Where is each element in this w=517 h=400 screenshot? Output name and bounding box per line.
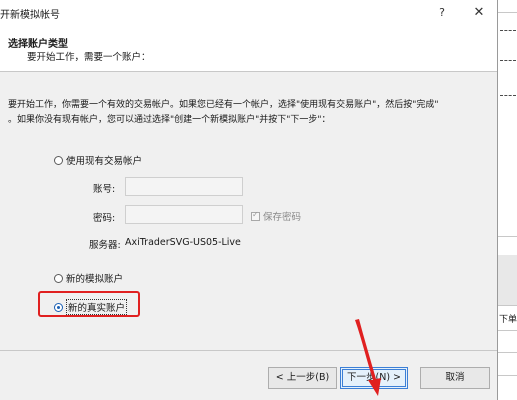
- account-input[interactable]: [125, 177, 243, 196]
- bg-separator: [498, 305, 517, 306]
- server-label: 服务器:: [89, 240, 121, 251]
- server-value: AxiTraderSVG-US05-Live: [125, 237, 241, 248]
- red-arrow-annotation: [355, 319, 381, 396]
- title-bar: 开新模拟帐号 ? ✕: [0, 0, 497, 27]
- radio-existing-account[interactable]: 使用现有交易帐户: [54, 153, 142, 167]
- radio-existing-label: 使用现有交易帐户: [66, 156, 143, 167]
- description-line-2: 。如果你没有现有帐户，您可以通过选择"创建一个新模拟账户"并按下"下一步"：: [8, 115, 331, 125]
- password-input[interactable]: [125, 205, 243, 224]
- header-subtitle: 要开始工作，需要一个账户：: [27, 52, 151, 63]
- save-password-label: 保存密码: [263, 212, 302, 223]
- bg-separator: [498, 352, 517, 353]
- background-app-window: 下单: [498, 0, 517, 400]
- dialog-title: 开新模拟帐号: [0, 10, 60, 21]
- save-password-checkbox[interactable]: 保存密码: [251, 209, 301, 223]
- radio-new-demo-indicator[interactable]: [54, 273, 63, 283]
- bg-gridline: [500, 95, 516, 96]
- account-label: 账号:: [93, 184, 116, 195]
- radio-new-demo-account[interactable]: 新的模拟账户: [54, 271, 123, 285]
- footer-divider: [0, 350, 497, 351]
- header-title: 选择账户类型: [8, 39, 68, 50]
- bg-separator: [498, 375, 517, 376]
- wizard-header: 选择账户类型 要开始工作，需要一个账户：: [0, 27, 497, 72]
- screen: 开新模拟帐号 ? ✕ 选择账户类型 要开始工作，需要一个账户： 要开始工作，你需…: [0, 0, 517, 400]
- help-button[interactable]: ?: [433, 4, 451, 22]
- back-button[interactable]: < 上一步(B): [268, 367, 337, 389]
- bg-separator: [498, 12, 517, 13]
- new-demo-account-dialog: 开新模拟帐号 ? ✕ 选择账户类型 要开始工作，需要一个账户： 要开始工作，你需…: [0, 0, 498, 400]
- close-button[interactable]: ✕: [470, 4, 488, 22]
- red-highlight-box: [38, 291, 140, 317]
- bg-order-label: 下单: [499, 315, 517, 325]
- cancel-button[interactable]: 取消: [420, 367, 490, 389]
- bg-gridline: [500, 30, 516, 31]
- description-line-1: 要开始工作，你需要一个有效的交易帐户。如果您已经有一个帐户，选择"使用现有交易账…: [8, 100, 439, 110]
- radio-existing-indicator[interactable]: [54, 155, 63, 165]
- bg-separator: [498, 236, 517, 237]
- bg-separator: [498, 330, 517, 331]
- password-label: 密码:: [93, 213, 116, 224]
- radio-new-demo-label: 新的模拟账户: [66, 274, 124, 285]
- bg-gridline: [500, 60, 516, 61]
- bg-toolbar-area: [498, 255, 517, 305]
- save-password-check-icon[interactable]: [251, 210, 260, 221]
